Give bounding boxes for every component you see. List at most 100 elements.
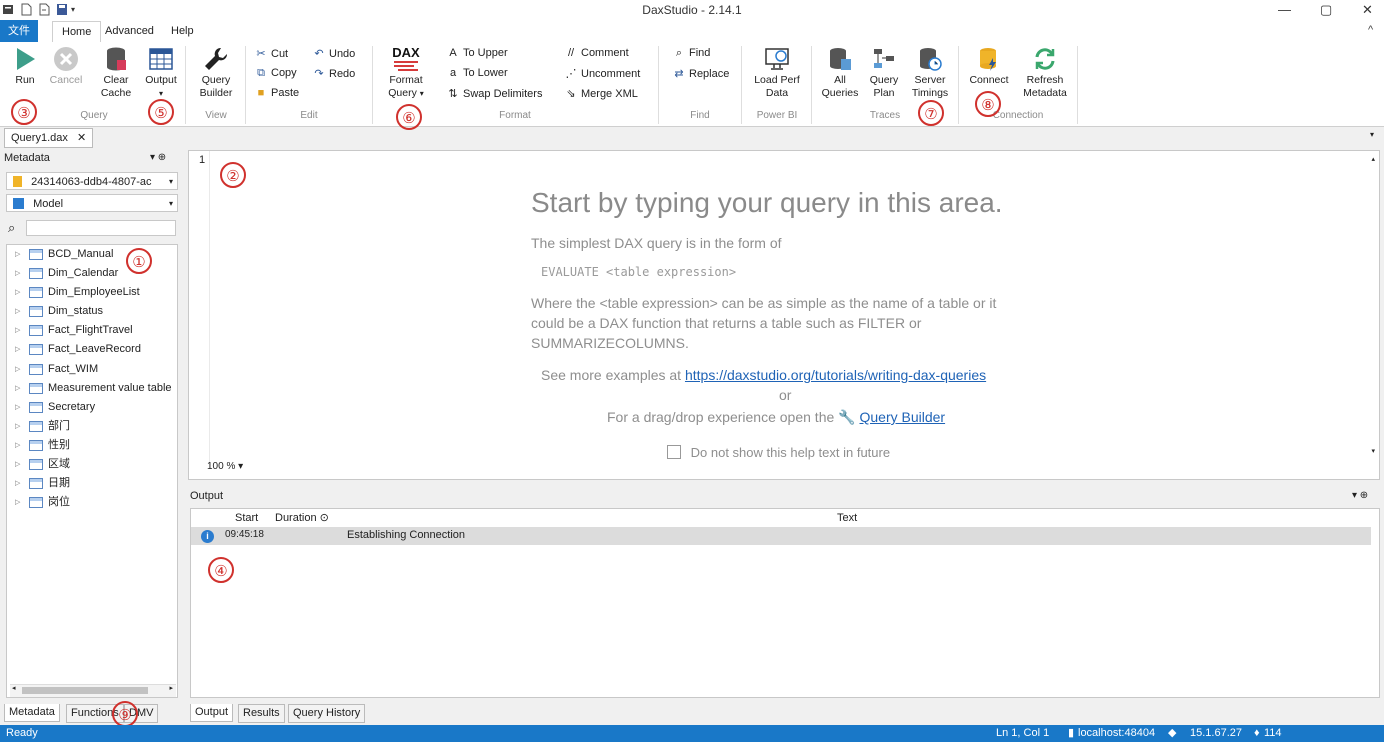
uncomment-icon: ⋰ bbox=[565, 68, 577, 80]
tab-help[interactable]: Help bbox=[162, 20, 203, 42]
load-perf-data-button[interactable]: Load Perf Data bbox=[748, 46, 806, 100]
expand-icon[interactable]: ▷ bbox=[15, 417, 20, 436]
merge-xml-button[interactable]: ⇘ Merge XML bbox=[564, 87, 637, 100]
redo-button[interactable]: ↷ Redo bbox=[312, 67, 355, 80]
tab-advanced[interactable]: Advanced bbox=[96, 20, 163, 42]
output-button[interactable]: Output ▾ bbox=[140, 46, 182, 100]
query-editor[interactable]: 1 Start by typing your query in this are… bbox=[188, 150, 1380, 480]
swap-delimiters-button[interactable]: ⇅ Swap Delimiters bbox=[446, 87, 542, 100]
expand-icon[interactable]: ▷ bbox=[15, 360, 20, 379]
format-dropdown-icon[interactable]: ▾ bbox=[420, 89, 424, 98]
query-builder-button[interactable]: Query Builder bbox=[192, 46, 240, 100]
query-plan-button[interactable]: Query Plan bbox=[864, 46, 904, 100]
expand-icon[interactable]: ▷ bbox=[15, 455, 20, 474]
expand-icon[interactable]: ▷ bbox=[15, 321, 20, 340]
cancel-button[interactable]: Cancel bbox=[46, 46, 86, 87]
clear-cache-button[interactable]: Clear Cache bbox=[96, 46, 136, 100]
uncomment-button[interactable]: ⋰ Uncomment bbox=[564, 67, 641, 80]
tab-home[interactable]: Home bbox=[52, 21, 102, 44]
cut-button[interactable]: ✂ Cut bbox=[254, 47, 288, 60]
server-timings-button[interactable]: Server Timings bbox=[906, 46, 954, 100]
annotation-4: ④ bbox=[208, 557, 234, 583]
tab-metadata[interactable]: Metadata bbox=[4, 704, 60, 722]
horizontal-scrollbar[interactable]: ◂ ▸ bbox=[10, 684, 176, 697]
paste-button[interactable]: ■ Paste bbox=[254, 87, 299, 99]
output-grid: Start Duration ⊙ Text i 09:45:18 Establi… bbox=[190, 508, 1380, 698]
scroll-left-icon[interactable]: ◂ bbox=[12, 684, 16, 692]
table-row[interactable]: ▷ Dim_EmployeeList bbox=[7, 283, 177, 302]
table-row[interactable]: ▷ Fact_WIM bbox=[7, 360, 177, 379]
panel-pin-icon[interactable]: ▾ ⊕ bbox=[1352, 490, 1368, 501]
refresh-icon bbox=[1035, 48, 1055, 70]
table-row[interactable]: ▷ Dim_Calendar bbox=[7, 264, 177, 283]
metadata-panel-title: Metadata bbox=[4, 152, 50, 164]
expand-icon[interactable]: ▷ bbox=[15, 474, 20, 493]
expand-icon[interactable]: ▷ bbox=[15, 493, 20, 512]
column-header-duration[interactable]: Duration ⊙ bbox=[275, 509, 329, 527]
expand-icon[interactable]: ▷ bbox=[15, 264, 20, 283]
scroll-right-icon[interactable]: ▸ bbox=[169, 684, 173, 692]
maximize-button[interactable]: ▢ bbox=[1320, 2, 1332, 18]
table-row[interactable]: ▷ Secretary bbox=[7, 398, 177, 417]
table-row[interactable]: ▷ Fact_FlightTravel bbox=[7, 321, 177, 340]
table-row[interactable]: ▷ 性别 bbox=[7, 436, 177, 455]
all-queries-button[interactable]: All Queries bbox=[818, 46, 862, 100]
tab-list-dropdown-icon[interactable]: ▾ bbox=[1370, 130, 1374, 139]
column-header-text[interactable]: Text bbox=[837, 509, 857, 527]
table-row[interactable]: ▷ 岗位 bbox=[7, 493, 177, 512]
table-name: 性别 bbox=[48, 438, 70, 451]
model-selector[interactable]: Model ▾ bbox=[6, 194, 178, 212]
table-row[interactable]: ▷ 区域 bbox=[7, 455, 177, 474]
format-query-button[interactable]: DAX Format Query ▾ bbox=[382, 46, 430, 100]
run-button[interactable]: Run bbox=[8, 46, 42, 87]
scrollbar-thumb[interactable] bbox=[22, 687, 148, 694]
tab-output[interactable]: Output bbox=[190, 704, 234, 722]
close-button[interactable]: ✕ bbox=[1362, 2, 1373, 18]
connect-button[interactable]: Connect bbox=[964, 46, 1014, 87]
tab-query-history[interactable]: Query History bbox=[288, 704, 366, 723]
expand-icon[interactable]: ▷ bbox=[15, 398, 20, 417]
table-row[interactable]: ▷ Measurement value table bbox=[7, 379, 177, 398]
expand-icon[interactable]: ▷ bbox=[15, 245, 20, 264]
table-row[interactable]: ▷ Fact_LeaveRecord bbox=[7, 340, 177, 359]
find-button[interactable]: ⌕ Find bbox=[672, 47, 711, 60]
expand-icon[interactable]: ▷ bbox=[15, 340, 20, 359]
database-selector[interactable]: 24314063-ddb4-4807-ac ▾ bbox=[6, 172, 178, 190]
close-tab-icon[interactable]: ✕ bbox=[77, 132, 86, 144]
copy-button[interactable]: ⧉ Copy bbox=[254, 67, 297, 80]
uppercase-icon: A bbox=[449, 47, 457, 59]
metadata-panel: Metadata ▾ ⊕ 24314063-ddb4-4807-ac ▾ Mod… bbox=[2, 150, 182, 698]
table-row[interactable]: i 09:45:18 Establishing Connection bbox=[191, 527, 1371, 545]
document-tab[interactable]: Query1.dax ✕ bbox=[4, 128, 94, 148]
ribbon-collapse-icon[interactable]: ^ bbox=[1368, 24, 1373, 36]
expand-icon[interactable]: ▷ bbox=[15, 436, 20, 455]
to-lower-button[interactable]: a To Lower bbox=[446, 67, 508, 79]
scroll-up-icon[interactable]: ▴ bbox=[1371, 155, 1375, 163]
tab-file[interactable]: 文件 bbox=[0, 20, 38, 42]
metadata-search-input[interactable] bbox=[26, 220, 176, 236]
minimize-button[interactable]: — bbox=[1278, 2, 1291, 17]
to-upper-button[interactable]: A To Upper bbox=[446, 47, 507, 59]
comment-button[interactable]: //Comment bbox=[564, 47, 629, 59]
hide-help-checkbox[interactable] bbox=[667, 445, 681, 459]
column-header-start[interactable]: Start bbox=[235, 509, 258, 527]
refresh-metadata-button[interactable]: Refresh Metadata bbox=[1018, 46, 1072, 100]
output-panel-title: Output bbox=[190, 490, 224, 502]
tab-results[interactable]: Results bbox=[238, 704, 285, 723]
output-dropdown-icon[interactable]: ▾ bbox=[159, 89, 163, 98]
panel-pin-icon[interactable]: ▾ ⊕ bbox=[150, 152, 166, 163]
zoom-level[interactable]: 100 % ▾ bbox=[207, 461, 243, 472]
help-or: or bbox=[779, 387, 792, 403]
expand-icon[interactable]: ▷ bbox=[15, 379, 20, 398]
undo-button[interactable]: ↶ Undo bbox=[312, 47, 355, 60]
table-row[interactable]: ▷ 部门 bbox=[7, 417, 177, 436]
expand-icon[interactable]: ▷ bbox=[15, 302, 20, 321]
scroll-down-icon[interactable]: ▾ bbox=[1371, 447, 1375, 455]
query-builder-link[interactable]: Query Builder bbox=[859, 409, 945, 425]
table-row[interactable]: ▷ 日期 bbox=[7, 474, 177, 493]
replace-button[interactable]: ⇄ Replace bbox=[672, 67, 729, 80]
table-row[interactable]: ▷ Dim_status bbox=[7, 302, 177, 321]
chevron-down-icon: ▾ bbox=[168, 177, 173, 186]
tutorial-link[interactable]: https://daxstudio.org/tutorials/writing-… bbox=[685, 367, 986, 383]
expand-icon[interactable]: ▷ bbox=[15, 283, 20, 302]
